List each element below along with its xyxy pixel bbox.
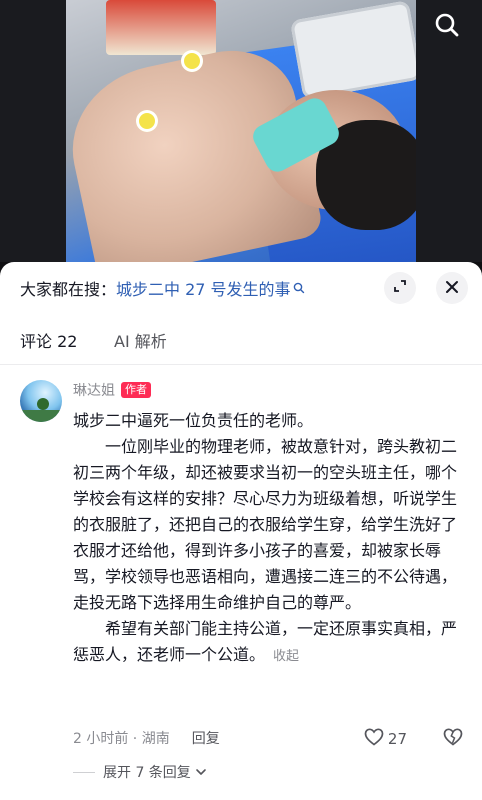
- search-icon: [434, 12, 460, 42]
- trending-search-link[interactable]: 城步二中 27 号发生的事: [116, 276, 305, 300]
- comment-author-row: 琳达姐 作者: [73, 380, 151, 400]
- like-button[interactable]: 27: [364, 728, 407, 750]
- author-badge: 作者: [121, 382, 151, 398]
- avatar-ground: [20, 410, 62, 422]
- close-sheet-button[interactable]: [436, 272, 468, 304]
- expand-divider-line: [73, 771, 95, 773]
- comment-line: 一位刚毕业的物理老师，被故意针对，跨头教初二初三两个年级，却还被要求当初一的空头…: [73, 437, 458, 612]
- tab-ai-analysis[interactable]: AI 解析: [114, 328, 167, 352]
- expand-replies-button[interactable]: 展开 7 条回复: [73, 762, 207, 782]
- expand-icon: [392, 278, 408, 298]
- comment-tabs: 评论 22 AI 解析: [0, 328, 482, 364]
- tab-comments[interactable]: 评论 22: [20, 328, 77, 352]
- video-search-button[interactable]: [430, 10, 464, 44]
- comment-line: 城步二中逼死一位负责任的老师。: [73, 411, 314, 430]
- chevron-down-icon: [195, 766, 207, 778]
- comment-meta: 2 小时前 · 湖南 回复 27: [73, 728, 465, 748]
- expand-replies-label: 展开 7 条回复: [103, 765, 191, 781]
- comment-sheet: 大家都在搜： 城步二中 27 号发生的事 评论 22 AI 解析 琳达姐 作者 …: [0, 262, 482, 800]
- collapse-button[interactable]: 收起: [273, 649, 299, 664]
- tab-divider: [0, 364, 482, 365]
- video-scene-electrode: [181, 50, 203, 72]
- video-scene-machine: [106, 0, 216, 55]
- like-count: 27: [387, 730, 407, 748]
- search-icon: [293, 279, 305, 298]
- avatar-tree: [37, 398, 49, 410]
- comment-line: 希望有关部门能主持公道，一定还原事实真相，严惩恶人，还老师一个公道。 收起: [73, 616, 465, 670]
- heart-icon: [364, 728, 384, 750]
- video-scene-electrode: [136, 110, 158, 132]
- comment-text: 城步二中逼死一位负责任的老师。 一位刚毕业的物理老师，被故意针对，跨头教初二初三…: [73, 408, 465, 670]
- expand-sheet-button[interactable]: [384, 272, 416, 304]
- reply-button[interactable]: 回复: [192, 728, 220, 748]
- trending-search-term: 城步二中 27 号发生的事: [116, 280, 291, 299]
- close-icon: [445, 279, 459, 298]
- comment-line-text: 希望有关部门能主持公道，一定还原事实真相，严惩恶人，还老师一个公道。: [73, 619, 458, 664]
- dislike-button[interactable]: [443, 728, 463, 750]
- comment-author-name[interactable]: 琳达姐: [73, 380, 115, 400]
- trending-search-bar: 大家都在搜： 城步二中 27 号发生的事: [0, 262, 482, 314]
- comment-time-location: 2 小时前 · 湖南: [73, 731, 170, 747]
- broken-heart-icon: [443, 728, 463, 750]
- video-frame[interactable]: [66, 0, 416, 262]
- screen: 大家都在搜： 城步二中 27 号发生的事 评论 22 AI 解析 琳达姐 作者 …: [0, 0, 482, 800]
- avatar[interactable]: [20, 380, 62, 422]
- video-player[interactable]: [0, 0, 482, 262]
- trending-search-prefix: 大家都在搜：: [20, 280, 117, 299]
